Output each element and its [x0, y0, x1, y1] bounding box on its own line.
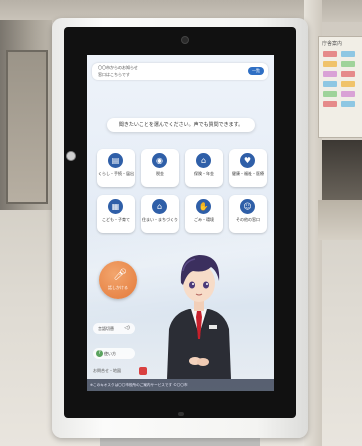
heart-icon: ♥: [240, 153, 255, 168]
board-cell: [323, 101, 337, 107]
category-tile[interactable]: ▤ くらし・手続・届出: [97, 149, 135, 187]
guide-avatar: [167, 255, 231, 379]
voice-input-button[interactable]: 🎤︎ 話しかける: [99, 261, 137, 299]
house-icon: ⌂: [196, 153, 211, 168]
person-icon: ☺: [240, 199, 255, 214]
map-icon[interactable]: [139, 367, 147, 375]
camera-icon: [181, 36, 189, 44]
category-label: 税金: [156, 171, 164, 176]
category-tile[interactable]: ⌂ 住まい・まちづくり: [141, 195, 179, 233]
footer-bar: ※このキオスクは〇〇市役所のご案内サービスです ©〇〇市: [87, 379, 274, 391]
board-cell: [341, 91, 355, 97]
language-switch-button[interactable]: 言語切替 ◁): [93, 323, 135, 334]
category-tile[interactable]: ⌂ 保険・年金: [185, 149, 223, 187]
notice-list-button[interactable]: 一覧: [248, 67, 264, 75]
question-icon: ?: [96, 350, 103, 357]
board-cell: [341, 71, 355, 77]
category-tile[interactable]: ◉ 税金: [141, 149, 179, 187]
kiosk-side-button[interactable]: [66, 151, 76, 161]
category-label: その他の窓口: [236, 217, 260, 222]
microphone-icon: 🎤︎: [113, 268, 127, 281]
kiosk-sensor: [178, 412, 184, 416]
board-cell: [323, 91, 337, 97]
directory-board-title: 庁舎案内: [322, 41, 343, 47]
lobby-shadow: [322, 140, 362, 200]
category-label: 健康・福祉・医療: [232, 171, 264, 176]
home-icon: ⌂: [152, 199, 167, 214]
prompt-bubble: 聞きたいことを選んでください。声でも質問できます。: [107, 118, 255, 132]
board-cell: [323, 51, 337, 57]
door-glass: [6, 50, 48, 204]
help-label: 使い方: [104, 351, 116, 356]
category-tile[interactable]: ▦ こども・子育て: [97, 195, 135, 233]
lobby-bench: [318, 200, 362, 240]
category-label: ごみ・環境: [194, 217, 214, 222]
language-switch-label: 言語切替: [98, 326, 114, 331]
category-label: 住まい・まちづくり: [142, 217, 178, 222]
coin-icon: ◉: [152, 153, 167, 168]
notice-text: 〇〇市からのお知らせ: [98, 65, 138, 70]
board-cell: [323, 61, 337, 67]
category-label: 保険・年金: [194, 171, 214, 176]
help-button[interactable]: ? 使い方: [93, 348, 135, 359]
voice-input-label: 話しかける: [108, 285, 128, 290]
building-icon: ▦: [108, 199, 123, 214]
directory-board: 庁舎案内: [318, 36, 362, 138]
category-tile[interactable]: ☺ その他の窓口: [229, 195, 267, 233]
document-icon: ▤: [108, 153, 123, 168]
category-tile[interactable]: ✋ ごみ・環境: [185, 195, 223, 233]
notice-bar[interactable]: 〇〇市からのお知らせ 窓口はこちらです 一覧: [92, 63, 268, 80]
notice-subtext: 窓口はこちらです: [98, 72, 130, 77]
board-cell: [341, 61, 355, 67]
board-cell: [323, 81, 337, 87]
board-cell: [341, 101, 355, 107]
hand-icon: ✋: [196, 199, 211, 214]
speaker-icon: ◁): [124, 325, 130, 331]
board-cell: [341, 51, 355, 57]
kiosk-screen: 〇〇市からのお知らせ 窓口はこちらです 一覧 聞きたいことを選んでください。声で…: [87, 55, 274, 391]
board-cell: [341, 81, 355, 87]
board-cell: [323, 71, 337, 77]
category-label: くらし・手続・届出: [98, 171, 134, 176]
category-tile[interactable]: ♥ 健康・福祉・医療: [229, 149, 267, 187]
category-label: こども・子育て: [102, 217, 130, 222]
entrance-door: [0, 20, 52, 210]
